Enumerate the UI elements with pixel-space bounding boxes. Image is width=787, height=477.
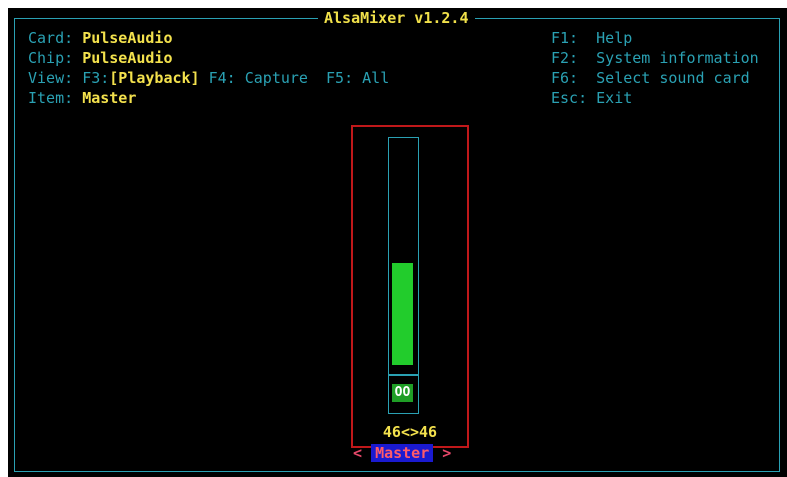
master-mute-toggle[interactable]: OO [388,375,419,414]
item-label: Item: [28,89,74,107]
help-f2[interactable]: F2: System information [551,48,759,68]
chip-line: Chip: PulseAudio [28,48,173,68]
master-name: Master [371,444,434,462]
master-volume-slider[interactable] [388,137,419,375]
help-f1[interactable]: F1: Help [551,28,632,48]
view-line: View: F3:[Playback] F4: Capture F5: All [28,68,389,88]
mute-indicator: OO [392,384,413,402]
view-capture[interactable]: F4: Capture [209,69,308,87]
card-value: PulseAudio [82,29,173,47]
right-marker: > [442,444,452,462]
view-playback[interactable]: [Playback] [109,69,199,87]
chip-label: Chip: [28,49,74,67]
left-marker: < [353,444,363,462]
app-title: AlsaMixer v1.2.4 [318,9,475,27]
view-f3-key[interactable]: F3: [82,69,109,87]
terminal-screen: AlsaMixer v1.2.4 Card: PulseAudio Chip: … [8,8,787,477]
item-value: Master [82,89,137,107]
help-f6[interactable]: F6: Select sound card [551,68,750,88]
master-control-label[interactable]: < Master > [353,444,451,462]
card-label: Card: [28,29,74,47]
card-line: Card: PulseAudio [28,28,173,48]
item-line: Item: Master [28,88,136,108]
view-all[interactable]: F5: All [326,69,389,87]
master-volume-readout: 46<>46 [382,423,438,441]
chip-value: PulseAudio [82,49,173,67]
help-esc[interactable]: Esc: Exit [551,88,632,108]
master-volume-bar [392,263,413,365]
view-label: View: [28,69,74,87]
